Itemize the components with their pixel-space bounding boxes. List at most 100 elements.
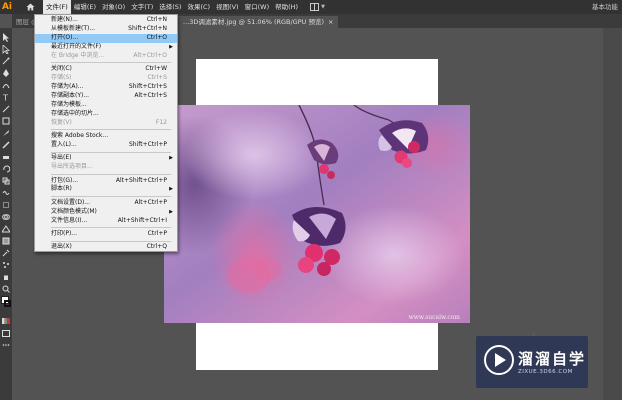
file-menu-item[interactable]: 文档设置(D)... Alt+Ctrl+P [35,199,177,208]
perspective-grid-tool-icon[interactable] [1,224,11,234]
menu-item-label: 存储(S) [51,74,72,81]
magic-wand-tool-icon[interactable] [1,56,11,66]
menu-object[interactable]: 对象(O) [99,0,128,14]
warp-tool-icon[interactable] [1,188,11,198]
placed-image[interactable]: www.sucaiw.com [164,105,470,323]
free-transform-tool-icon[interactable] [1,200,11,210]
menu-item-shortcut: Alt+Shift+Ctrl+P [115,176,167,184]
submenu-arrow-icon: ▶ [169,208,173,215]
file-menu-item[interactable]: 打开(O)... Ctrl+O [35,33,177,43]
more-tools-icon[interactable] [1,340,11,350]
menu-item-label: 文档颜色模式(M) [51,207,97,215]
brand-url: ZIXUE.3D66.COM [518,369,573,375]
menu-item-label: 恢复(V) [51,118,72,126]
menu-item-label: 脚本(R) [51,185,72,193]
file-menu-item[interactable]: 存储为模板... [35,101,177,110]
menu-edit[interactable]: 编辑(E) [71,0,99,14]
menu-bar: Ai 文件(F) 编辑(E) 对象(O) 文字(T) 选择(S) 效果(C) 视图(V) 窗口… [0,0,622,14]
stroke-color-swatch[interactable] [4,300,11,307]
eyedropper-tool-icon[interactable] [1,248,11,258]
file-menu-item[interactable]: 关闭(C) Ctrl+W [35,65,177,74]
curvature-tool-icon[interactable] [1,80,11,90]
menu-separator [51,240,171,242]
hand-tool-icon[interactable] [1,272,11,282]
menu-item-label: 打印(P)... [51,229,78,237]
menu-view[interactable]: 视图(V) [213,0,242,14]
file-menu-item[interactable]: 新建(N)... Ctrl+N [35,16,177,25]
file-menu-item[interactable]: 置入(L)... Shift+Ctrl+P [35,141,177,150]
menu-item-shortcut: F12 [155,118,167,126]
menu-separator [51,62,171,64]
menu-window[interactable]: 窗口(W) [242,0,273,14]
pen-tool-icon[interactable] [1,68,11,78]
menu-type[interactable]: 文字(T) [128,0,156,14]
close-icon[interactable]: × [328,16,333,28]
menu-separator [51,129,171,131]
file-menu-item[interactable]: 存储副本(Y)... Alt+Ctrl+S [35,92,177,101]
tools-panel: T [0,28,12,400]
menu-separator [51,196,171,198]
shape-builder-tool-icon[interactable] [1,212,11,222]
file-menu-item[interactable]: 文件信息(I)... Alt+Shift+Ctrl+I [35,217,177,226]
menu-item-shortcut: Ctrl+O [146,33,167,41]
menu-item-label: 置入(L)... [51,140,77,148]
symbol-sprayer-tool-icon[interactable] [1,260,11,270]
file-menu-item[interactable]: 文档颜色模式(M) ▶ [35,208,177,217]
eraser-tool-icon[interactable] [1,152,11,162]
image-watermark: www.sucaiw.com [408,314,460,321]
type-tool-icon[interactable]: T [1,92,11,102]
submenu-arrow-icon: ▶ [169,43,173,50]
file-menu-item[interactable]: 存储选中的切片... [35,110,177,119]
menu-item-label: 在 Bridge 中浏览... [51,51,105,59]
file-menu-item[interactable]: 最近打开的文件(F) ▶ [35,43,177,52]
menu-item-label: 打包(G)... [51,176,79,184]
chevron-down-icon[interactable]: ▼ [321,4,325,10]
menu-item-label: 关闭(C) [51,65,72,73]
menu-item-shortcut: Shift+Ctrl+N [128,24,167,32]
screen-mode-icon[interactable] [1,328,11,338]
line-tool-icon[interactable] [1,104,11,114]
tab-title: ...3D调滤素材.jpg @ 51.06% (RGB/GPU 预览) [183,18,325,26]
brand-watermark: 溜溜自学 ZIXUE.3D66.COM [476,336,588,388]
file-menu-item[interactable]: 退出(X) Ctrl+Q [35,243,177,252]
menu-file[interactable]: 文件(F) [43,0,71,14]
submenu-arrow-icon: ▶ [169,155,173,162]
file-menu-item[interactable]: 导出(E) ▶ [35,154,177,163]
file-menu-item: 存储(S) Ctrl+S [35,74,177,83]
file-menu-item[interactable]: 打印(P)... Ctrl+P [35,230,177,239]
arrange-documents-icon[interactable] [309,2,319,12]
menu-item-label: 最近打开的文件(F) [51,42,102,50]
menu-effect[interactable]: 效果(C) [184,0,213,14]
menu-item-label: 从模板新建(T)... [51,24,96,32]
rotate-tool-icon[interactable] [1,164,11,174]
zoom-tool-icon[interactable] [1,284,11,294]
home-icon[interactable] [23,1,37,13]
submenu-arrow-icon: ▶ [169,186,173,193]
file-menu-item[interactable]: 存储为(A)... Shift+Ctrl+S [35,83,177,92]
menu-item-shortcut: Ctrl+N [146,16,167,23]
menu-item-label: 退出(X) [51,243,72,251]
file-menu-item: 在 Bridge 中浏览... Alt+Ctrl+O [35,52,177,61]
gradient-tool-icon[interactable] [1,236,11,246]
pencil-tool-icon[interactable] [1,140,11,150]
file-menu-item[interactable]: 搜索 Adobe Stock... [35,132,177,141]
selection-tool-icon[interactable] [1,32,11,42]
file-menu-item[interactable]: 脚本(R) ▶ [35,185,177,194]
paintbrush-tool-icon[interactable] [1,128,11,138]
file-menu-item[interactable]: 从模板新建(T)... Shift+Ctrl+N [35,25,177,34]
menu-item-shortcut: Ctrl+W [145,65,167,73]
menu-help[interactable]: 帮助(H) [272,0,301,14]
menu-item-shortcut: Ctrl+Q [146,243,167,251]
rectangle-tool-icon[interactable] [1,116,11,126]
menu-separator [51,151,171,153]
menu-select[interactable]: 选择(S) [156,0,184,14]
menu-item-shortcut: Alt+Ctrl+S [134,91,167,99]
brand-name: 溜溜自学 [518,350,587,368]
direct-selection-tool-icon[interactable] [1,44,11,54]
color-mode-icon[interactable] [1,316,11,326]
scale-tool-icon[interactable] [1,176,11,186]
tab-active-document[interactable]: ...3D调滤素材.jpg @ 51.06% (RGB/GPU 预览) × [178,16,339,28]
menu-item-label: 文件信息(I)... [51,216,88,224]
menu-item-shortcut: Ctrl+P [147,229,167,237]
workspace-switcher[interactable]: 基本功能 [592,0,618,14]
